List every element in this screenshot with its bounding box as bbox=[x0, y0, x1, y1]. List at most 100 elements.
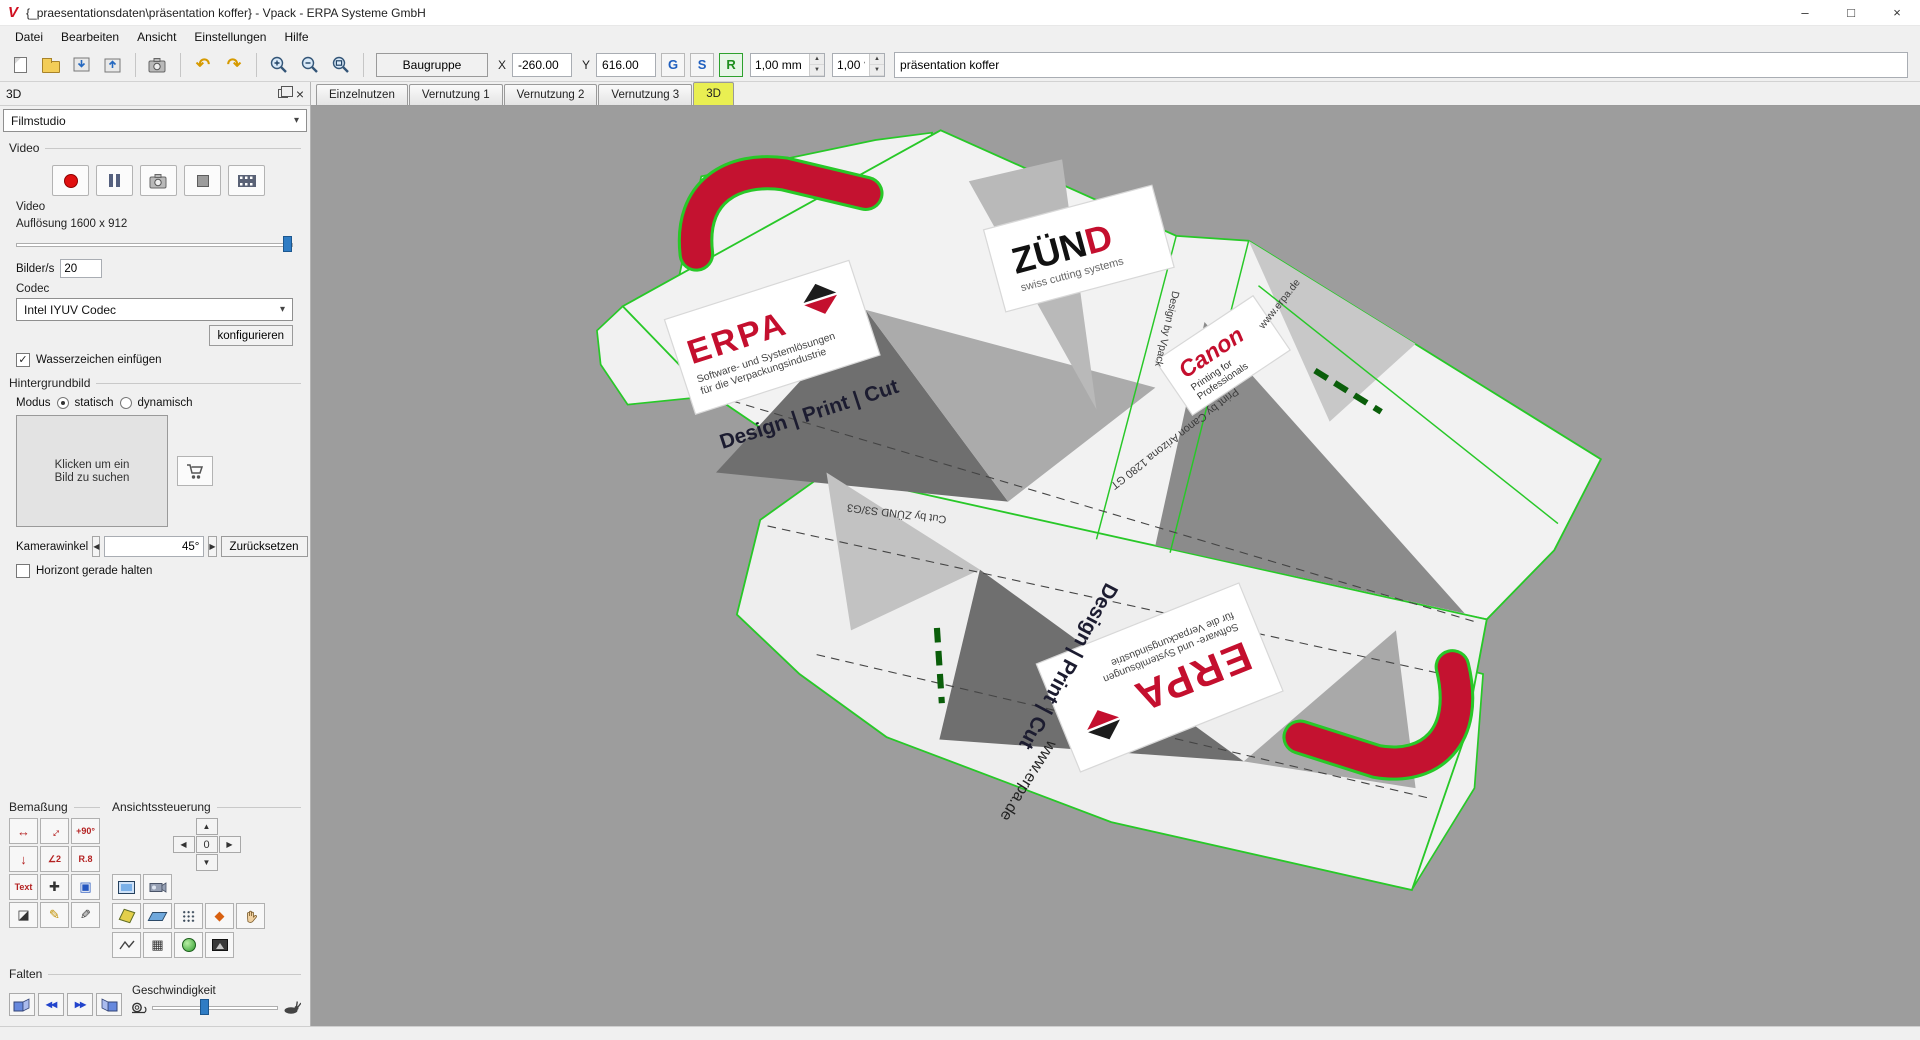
menu-datei[interactable]: Datei bbox=[6, 28, 52, 46]
close-button[interactable]: × bbox=[1874, 0, 1920, 25]
open-file-button[interactable] bbox=[37, 51, 65, 79]
grid-toggle-button[interactable]: G bbox=[661, 52, 686, 77]
maximize-button[interactable]: □ bbox=[1828, 0, 1874, 25]
points-view-button[interactable] bbox=[174, 903, 203, 929]
solid-view-button[interactable] bbox=[112, 903, 141, 929]
tab-einzelnutzen[interactable]: Einzelnutzen bbox=[316, 84, 408, 105]
plane-view-button[interactable] bbox=[143, 903, 172, 929]
zoom-out-button[interactable] bbox=[296, 51, 324, 79]
x-coordinate-input[interactable] bbox=[512, 52, 573, 77]
viewport-canvas[interactable]: ERPA Software- und Systemlösungen für di… bbox=[311, 106, 1920, 1026]
snapshot-camera-button[interactable] bbox=[140, 165, 177, 196]
menu-einstellungen[interactable]: Einstellungen bbox=[185, 28, 275, 46]
draw-tool-button[interactable]: ✎ bbox=[40, 902, 69, 928]
move-tool-button[interactable]: ✚ bbox=[40, 874, 69, 900]
angle-step-spinner[interactable]: ▲▼ bbox=[832, 52, 886, 77]
material-view-button[interactable]: ◆ bbox=[205, 903, 234, 929]
static-radio[interactable] bbox=[56, 397, 69, 409]
snapshot-button[interactable] bbox=[144, 51, 172, 79]
viewport-view-button[interactable] bbox=[112, 874, 141, 900]
camera-angle-input[interactable] bbox=[104, 536, 205, 557]
angle-step-arrows[interactable]: ▲ ▼ bbox=[869, 53, 885, 76]
import-button[interactable] bbox=[68, 51, 96, 79]
dim-angle-button[interactable]: ∠2 bbox=[40, 846, 69, 872]
select-tool-button[interactable]: ▣ bbox=[71, 874, 100, 900]
watermark-checkbox-row[interactable]: ✓ Wasserzeichen einfügen bbox=[16, 353, 301, 367]
rotate-up-button[interactable]: ▲ bbox=[195, 818, 218, 835]
camera-angle-left-button[interactable]: ◀ bbox=[92, 536, 101, 557]
fold-play-button[interactable]: ▶▶ bbox=[67, 993, 93, 1016]
wireframe-view-button[interactable] bbox=[112, 932, 141, 958]
horizon-checkbox-row[interactable]: Horizont gerade halten bbox=[16, 564, 301, 578]
spin-down-icon[interactable]: ▼ bbox=[810, 64, 825, 76]
tab-3d[interactable]: 3D bbox=[693, 82, 734, 105]
dynamic-radio[interactable] bbox=[119, 397, 132, 409]
menu-ansicht[interactable]: Ansicht bbox=[128, 28, 185, 46]
export-button[interactable] bbox=[99, 51, 127, 79]
rotate-down-button[interactable]: ▼ bbox=[195, 854, 218, 871]
fold-open-button[interactable] bbox=[96, 993, 122, 1016]
horizon-checkbox[interactable] bbox=[16, 564, 30, 578]
codec-select[interactable]: Intel IYUV Codec ▾ bbox=[16, 298, 293, 321]
y-coordinate-input[interactable] bbox=[596, 52, 657, 77]
baugruppe-dropdown[interactable]: Baugruppe bbox=[376, 52, 488, 77]
film-export-button[interactable] bbox=[228, 165, 265, 196]
tab-vernutzung-1[interactable]: Vernutzung 1 bbox=[408, 84, 503, 105]
edit-dim-button[interactable]: ✎ bbox=[71, 902, 100, 928]
slider-handle[interactable] bbox=[283, 236, 292, 252]
camera-view-button[interactable] bbox=[143, 874, 172, 900]
pause-button[interactable] bbox=[96, 165, 133, 196]
tab-vernutzung-3[interactable]: Vernutzung 3 bbox=[598, 84, 693, 105]
redo-button[interactable]: ↷ bbox=[220, 51, 248, 79]
camera-angle-right-button[interactable]: ▶ bbox=[208, 536, 217, 557]
tab-vernutzung-2[interactable]: Vernutzung 2 bbox=[503, 84, 598, 105]
reset-view-button[interactable]: 0 bbox=[195, 836, 218, 853]
zoom-fit-button[interactable] bbox=[327, 51, 355, 79]
step-size-input[interactable] bbox=[751, 53, 810, 76]
spin-down-icon[interactable]: ▼ bbox=[870, 64, 885, 76]
stop-button[interactable] bbox=[184, 165, 221, 196]
menu-bearbeiten[interactable]: Bearbeiten bbox=[52, 28, 128, 46]
background-image-placeholder[interactable]: Klicken um ein Bild zu suchen bbox=[16, 415, 168, 527]
grid-view-button[interactable]: ▦ bbox=[143, 932, 172, 958]
rotate-90-button[interactable]: +90° bbox=[71, 818, 100, 844]
configure-codec-button[interactable]: konfigurieren bbox=[208, 325, 293, 346]
dim-diagonal-button[interactable]: ↔ bbox=[40, 818, 69, 844]
spin-up-icon[interactable]: ▲ bbox=[870, 53, 885, 65]
dim-vertical-button[interactable]: ↓ bbox=[9, 846, 38, 872]
fold-step-back-button[interactable]: ◀◀ bbox=[38, 993, 64, 1016]
rotate-left-button[interactable]: ◀ bbox=[172, 836, 195, 853]
watermark-checkbox[interactable]: ✓ bbox=[16, 353, 30, 367]
dim-horizontal-button[interactable]: ↔ bbox=[9, 818, 38, 844]
undo-icon: ↶ bbox=[195, 55, 211, 74]
render-view-button[interactable] bbox=[174, 932, 203, 958]
raster-toggle-button[interactable]: R bbox=[719, 52, 744, 77]
fold-close-button[interactable] bbox=[9, 993, 35, 1016]
browse-image-button[interactable] bbox=[177, 456, 213, 486]
angle-step-input[interactable] bbox=[833, 53, 870, 76]
rotate-right-button[interactable]: ▶ bbox=[218, 836, 241, 853]
close-panel-icon[interactable]: × bbox=[296, 87, 304, 101]
step-size-arrows[interactable]: ▲ ▼ bbox=[809, 53, 825, 76]
dim-radius-button[interactable]: R.8 bbox=[71, 846, 100, 872]
record-button[interactable] bbox=[52, 165, 89, 196]
undo-button[interactable]: ↶ bbox=[189, 51, 217, 79]
minimize-button[interactable]: – bbox=[1782, 0, 1828, 25]
panel-mode-select[interactable]: Filmstudio ▾ bbox=[3, 109, 307, 132]
slider-handle[interactable] bbox=[199, 999, 209, 1015]
fps-input[interactable] bbox=[60, 259, 103, 278]
new-file-button[interactable] bbox=[6, 51, 34, 79]
speed-slider[interactable] bbox=[152, 998, 278, 1016]
resolution-slider[interactable] bbox=[16, 235, 293, 253]
menu-hilfe[interactable]: Hilfe bbox=[275, 28, 317, 46]
float-panel-icon[interactable] bbox=[277, 86, 293, 98]
camera-angle-reset-button[interactable]: Zurücksetzen bbox=[220, 536, 308, 557]
text-tool-button[interactable]: Text bbox=[9, 874, 38, 900]
background-view-button[interactable] bbox=[205, 932, 234, 958]
eraser-tool-button[interactable]: ◪ bbox=[9, 902, 38, 928]
pan-tool-button[interactable] bbox=[236, 903, 265, 929]
step-size-spinner[interactable]: ▲▼ bbox=[750, 52, 826, 77]
zoom-in-button[interactable] bbox=[265, 51, 293, 79]
spin-up-icon[interactable]: ▲ bbox=[810, 53, 825, 65]
drawing-name-input[interactable] bbox=[894, 51, 1908, 78]
